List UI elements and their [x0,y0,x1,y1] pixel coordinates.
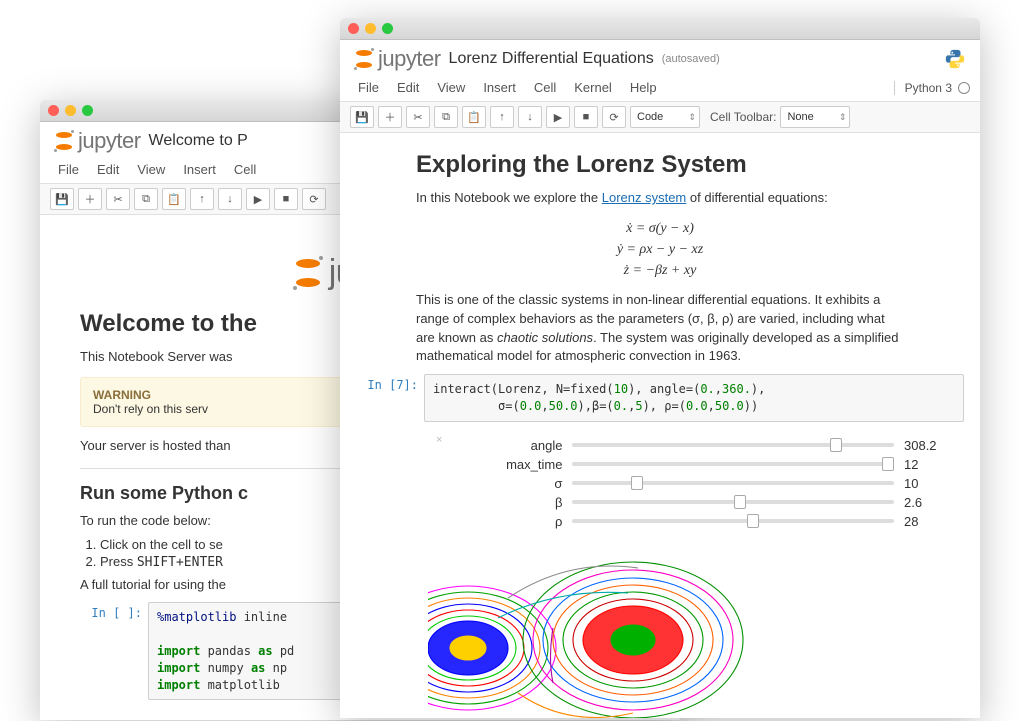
menu-file[interactable]: File [350,76,387,99]
save-icon[interactable]: 💾 [350,106,374,128]
menu-view[interactable]: View [129,158,173,181]
notebook-body: Exploring the Lorenz System In this Note… [340,133,980,718]
lorenz-plot [428,543,964,718]
close-button[interactable] [48,105,59,116]
menu-cell[interactable]: Cell [226,158,264,181]
celltoolbar-label: Cell Toolbar: [710,110,776,124]
cell-output: × angle308.2max_time12σ10β2.6ρ28 [424,430,964,718]
celltype-select[interactable]: Code [630,106,700,128]
slider-label: max_time [472,457,562,472]
slider-ρ: ρ 28 [472,514,944,529]
celltoolbar-select[interactable]: None [780,106,850,128]
slider-value: 12 [904,457,944,472]
restart-icon[interactable]: ⟳ [302,188,326,210]
move-down-icon[interactable]: ↓ [518,106,542,128]
cell-prompt: In [ ]: [80,602,148,700]
stop-icon[interactable]: ■ [274,188,298,210]
jupyter-logo: jupyter [354,46,441,72]
python-icon [944,48,966,70]
slider-value: 308.2 [904,438,944,453]
output-prompt [356,430,424,718]
slider-max_time: max_time 12 [472,457,944,472]
menu-edit[interactable]: Edit [389,76,427,99]
menu-edit[interactable]: Edit [89,158,127,181]
copy-icon[interactable]: ⧉ [134,188,158,210]
slider-label: ρ [472,514,562,529]
window-lorenz: jupyter Lorenz Differential Equations (a… [340,18,980,718]
move-down-icon[interactable]: ↓ [218,188,242,210]
menu-file[interactable]: File [50,158,87,181]
cell-code[interactable]: interact(Lorenz, N=fixed(10), angle=(0.,… [424,374,964,422]
slider-σ: σ 10 [472,476,944,491]
paste-icon[interactable]: 📋 [462,106,486,128]
menu-insert[interactable]: Insert [175,158,224,181]
run-icon[interactable]: ▶ [246,188,270,210]
notebook-title[interactable]: Welcome to P [149,132,248,150]
move-up-icon[interactable]: ↑ [190,188,214,210]
kernel-indicator: Python 3 [894,81,970,95]
intro-para: In this Notebook we explore the Lorenz s… [416,189,904,208]
slider-value: 28 [904,514,944,529]
cut-icon[interactable]: ✂ [406,106,430,128]
kernel-status-icon [958,82,970,94]
slider-track[interactable] [572,481,894,485]
slider-value: 2.6 [904,495,944,510]
slider-thumb[interactable] [747,514,759,528]
slider-track[interactable] [572,443,894,447]
cell-prompt: In [7]: [356,374,424,422]
slider-thumb[interactable] [631,476,643,490]
slider-label: σ [472,476,562,491]
cut-icon[interactable]: ✂ [106,188,130,210]
menu-insert[interactable]: Insert [475,76,524,99]
code-cell[interactable]: In [7]: interact(Lorenz, N=fixed(10), an… [356,374,964,422]
add-cell-icon[interactable]: ＋ [78,188,102,210]
slider-label: β [472,495,562,510]
titlebar [340,18,980,40]
zoom-button[interactable] [382,23,393,34]
save-icon[interactable]: 💾 [50,188,74,210]
slider-track[interactable] [572,500,894,504]
add-cell-icon[interactable]: ＋ [378,106,402,128]
stop-icon[interactable]: ■ [574,106,598,128]
slider-β: β 2.6 [472,495,944,510]
notebook-title[interactable]: Lorenz Differential Equations [449,50,654,68]
desc-para: This is one of the classic systems in no… [416,291,904,366]
autosave-status: (autosaved) [662,53,720,65]
run-icon[interactable]: ▶ [546,106,570,128]
close-button[interactable] [348,23,359,34]
zoom-button[interactable] [82,105,93,116]
paste-icon[interactable]: 📋 [162,188,186,210]
kernel-name: Python 3 [905,81,952,95]
menu-view[interactable]: View [429,76,473,99]
menu-kernel[interactable]: Kernel [566,76,620,99]
slider-track[interactable] [572,519,894,523]
menu-cell[interactable]: Cell [526,76,564,99]
toolbar: 💾 ＋ ✂ ⧉ 📋 ↑ ↓ ▶ ■ ⟳ Code Cell Toolbar: N… [340,102,980,133]
equations: ẋ = σ(y − x) ẏ = ρx − y − xz ż = −βz + x… [416,218,904,281]
output-cell: × angle308.2max_time12σ10β2.6ρ28 [356,430,964,718]
slider-label: angle [472,438,562,453]
slider-thumb[interactable] [830,438,842,452]
lorenz-link[interactable]: Lorenz system [602,190,687,205]
jupyter-logo: jupyter [54,128,141,154]
menu-help[interactable]: Help [622,76,665,99]
menubar: File Edit View Insert Cell Kernel Help P… [340,74,980,102]
restart-icon[interactable]: ⟳ [602,106,626,128]
notebook-header: jupyter Lorenz Differential Equations (a… [340,40,980,74]
move-up-icon[interactable]: ↑ [490,106,514,128]
copy-icon[interactable]: ⧉ [434,106,458,128]
slider-angle: angle 308.2 [472,438,944,453]
slider-track[interactable] [572,462,894,466]
slider-value: 10 [904,476,944,491]
slider-thumb[interactable] [882,457,894,471]
minimize-button[interactable] [365,23,376,34]
minimize-button[interactable] [65,105,76,116]
slider-thumb[interactable] [734,495,746,509]
heading-title: Exploring the Lorenz System [416,151,904,179]
